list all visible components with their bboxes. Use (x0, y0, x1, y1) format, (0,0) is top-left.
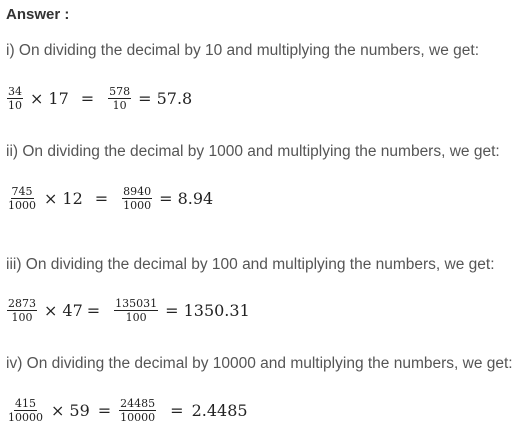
part-2-text: ii) On dividing the decimal by 1000 and … (6, 143, 500, 160)
denominator: 10 (112, 99, 127, 112)
numerator: 2873 (7, 297, 37, 311)
part-4-equation: 415 10000 × 59 = 24485 10000 = 2.4485 (5, 398, 248, 423)
equals-sign: = (86, 301, 101, 320)
result: 1350.31 (183, 301, 250, 320)
answer-label: Answer : (6, 6, 70, 23)
denominator: 1000 (8, 199, 36, 212)
denominator: 10 (8, 99, 22, 112)
times-sign: × (44, 189, 58, 208)
fraction: 745 1000 (7, 186, 37, 211)
equals-sign: = (159, 189, 173, 208)
numerator: 135031 (114, 297, 159, 311)
fraction: 24485 10000 (119, 397, 157, 424)
numerator: 415 (14, 397, 37, 411)
times-sign: × (30, 89, 44, 108)
result: 57.8 (156, 89, 193, 108)
denominator: 10000 (8, 411, 43, 424)
numerator: 34 (7, 85, 23, 99)
fraction: 8940 1000 (122, 185, 153, 212)
numerator: 578 (108, 85, 132, 99)
fraction: 135031 100 (114, 297, 159, 324)
numerator: 745 (10, 185, 34, 199)
part-1-text: i) On dividing the decimal by 10 and mul… (6, 42, 479, 59)
numerator: 24485 (119, 397, 157, 411)
part-3-text: iii) On dividing the decimal by 100 and … (6, 256, 495, 273)
denominator: 10000 (120, 411, 156, 424)
multiplier: 47 (62, 301, 83, 320)
fraction: 578 10 (108, 85, 132, 112)
equals-sign: = (165, 301, 179, 320)
multiplier: 17 (48, 89, 69, 108)
equals-sign: = (94, 189, 109, 208)
result: 2.4485 (191, 401, 248, 420)
equals-sign: = (80, 89, 95, 108)
equals-sign: = (97, 401, 112, 420)
multiplier: 59 (69, 401, 90, 420)
fraction: 34 10 (7, 86, 23, 111)
fraction: 415 10000 (7, 398, 44, 423)
part-1-equation: 34 10 × 17 = 578 10 = 57.8 (5, 86, 192, 111)
denominator: 100 (125, 311, 147, 324)
fraction: 2873 100 (7, 298, 37, 323)
part-4-text: iv) On dividing the decimal by 10000 and… (6, 355, 513, 372)
part-3-equation: 2873 100 × 47 = 135031 100 = 1350.31 (5, 298, 250, 323)
times-sign: × (51, 401, 65, 420)
numerator: 8940 (122, 185, 153, 199)
equals-sign: = (138, 89, 152, 108)
result: 8.94 (177, 189, 214, 208)
times-sign: × (44, 301, 58, 320)
part-2-equation: 745 1000 × 12 = 8940 1000 = 8.94 (5, 186, 213, 211)
denominator: 1000 (123, 199, 152, 212)
multiplier: 12 (62, 189, 83, 208)
equals-sign: = (170, 401, 184, 420)
denominator: 100 (11, 311, 33, 324)
